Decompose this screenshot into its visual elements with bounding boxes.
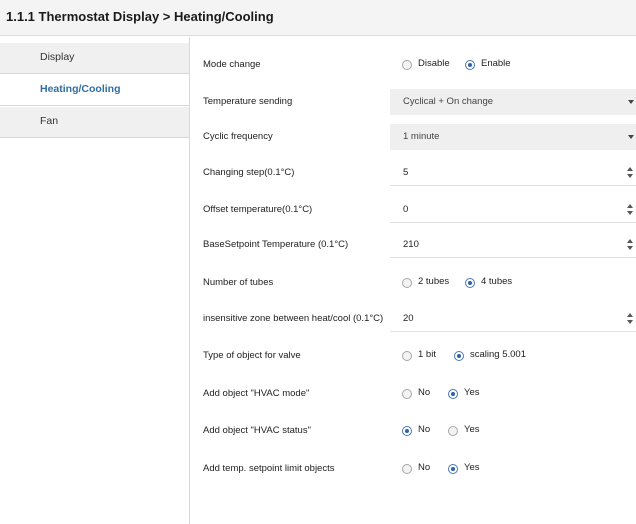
radio-unchecked-icon [402,464,412,474]
param-label: Add object "HVAC status" [203,425,311,436]
radio-label: Enable [481,58,511,69]
offset-temperature-stepper[interactable]: 0 [390,197,636,223]
param-row-cyclic-frequency: Cyclic frequency 1 minute [190,124,636,150]
param-label: insensitive zone between heat/cool (0.1°… [203,313,384,324]
param-row-temperature-sending: Temperature sending Cyclical + On change [190,89,636,115]
param-label: Type of object for valve [203,350,301,361]
sidebar-item-label: Heating/Cooling [40,83,121,95]
chevron-down-icon [628,135,634,139]
spinner-arrows-icon[interactable] [627,239,634,251]
param-row-insensitive-zone: insensitive zone between heat/cool (0.1°… [190,306,636,332]
param-label: Mode change [203,59,261,70]
param-row-hvac-mode: Add object "HVAC mode" No Yes [190,381,636,407]
sidebar: Display Heating/Cooling Fan [0,37,190,524]
radio-unchecked-icon [402,351,412,361]
param-label: Cyclic frequency [203,131,273,142]
stepper-value: 0 [403,204,409,215]
stepper-value: 5 [403,167,409,178]
page-title: 1.1.1 Thermostat Display > Heating/Cooli… [6,9,274,24]
base-setpoint-stepper[interactable]: 210 [390,232,636,258]
param-row-changing-step: Changing step(0.1°C) 5 [190,160,636,186]
radio-label: Yes [464,424,480,435]
chevron-down-icon [628,100,634,104]
select-value: 1 minute [403,131,440,142]
temperature-sending-select[interactable]: Cyclical + On change [390,89,636,115]
radio-label: No [418,387,431,398]
radio-checked-icon [454,351,464,361]
sidebar-item-fan[interactable]: Fan [0,107,189,138]
param-row-setpoint-limit: Add temp. setpoint limit objects No Yes [190,456,636,482]
stepper-value: 20 [403,313,414,324]
param-label: Add object "HVAC mode" [203,388,310,399]
param-label: Add temp. setpoint limit objects [203,463,335,474]
param-row-base-setpoint: BaseSetpoint Temperature (0.1°C) 210 [190,232,636,258]
radio-label: Yes [464,462,480,473]
param-label: Changing step(0.1°C) [203,167,295,178]
radio-label: No [418,424,431,435]
stepper-value: 210 [403,239,419,250]
radio-label: Disable [418,58,450,69]
radio-checked-icon [448,464,458,474]
radio-checked-icon [448,389,458,399]
spinner-arrows-icon[interactable] [627,204,634,216]
changing-step-stepper[interactable]: 5 [390,160,636,186]
radio-label: 4 tubes [481,276,513,287]
param-row-hvac-status: Add object "HVAC status" No Yes [190,418,636,444]
radio-label: scaling 5.001 [470,349,526,360]
title-bar: 1.1.1 Thermostat Display > Heating/Cooli… [0,0,636,36]
radio-label: Yes [464,387,480,398]
param-label: Offset temperature(0.1°C) [203,204,313,215]
radio-label: 2 tubes [418,276,450,287]
sidebar-item-label: Display [40,51,75,63]
select-value: Cyclical + On change [403,96,494,107]
param-row-offset-temperature: Offset temperature(0.1°C) 0 [190,197,636,223]
sidebar-item-display[interactable]: Display [0,43,189,74]
param-row-valve-object-type: Type of object for valve 1 bit scaling 5… [190,343,636,369]
param-row-mode-change: Mode change Disable Enable [190,52,636,78]
sidebar-item-heating-cooling[interactable]: Heating/Cooling [0,75,189,106]
param-label: Temperature sending [203,96,293,107]
param-label: BaseSetpoint Temperature (0.1°C) [203,239,349,250]
radio-label: 1 bit [418,349,436,360]
radio-unchecked-icon [402,278,412,288]
radio-checked-icon [402,426,412,436]
cyclic-frequency-select[interactable]: 1 minute [390,124,636,150]
radio-unchecked-icon [402,60,412,70]
insensitive-zone-stepper[interactable]: 20 [390,306,636,332]
spinner-arrows-icon[interactable] [627,167,634,179]
radio-label: No [418,462,431,473]
param-label: Number of tubes [203,277,274,288]
radio-checked-icon [465,278,475,288]
radio-checked-icon [465,60,475,70]
param-row-number-of-tubes: Number of tubes 2 tubes 4 tubes [190,270,636,296]
radio-unchecked-icon [402,389,412,399]
sidebar-item-label: Fan [40,115,59,127]
radio-unchecked-icon [448,426,458,436]
spinner-arrows-icon[interactable] [627,313,634,325]
